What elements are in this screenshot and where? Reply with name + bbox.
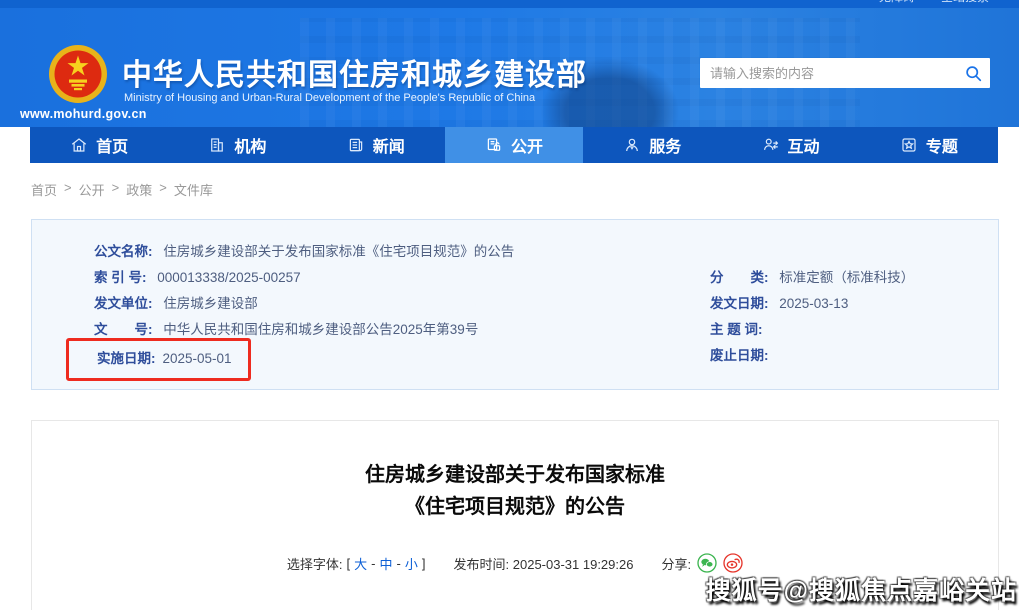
meta-row-implementation-date: 实施日期: 2025-05-01 废止日期: <box>32 348 998 369</box>
font-separator: - <box>397 556 401 571</box>
meta-label: 主 题 词: <box>710 322 763 337</box>
font-size-small-link[interactable]: 小 <box>405 554 418 573</box>
watermark: 搜狐号@搜狐焦点嘉峪关站 <box>706 571 1017 607</box>
nav-item-news[interactable]: 新闻 <box>307 127 445 163</box>
font-size-large-link[interactable]: 大 <box>354 554 367 573</box>
meta-row-doc-number: 文 号: 中华人民共和国住房和城乡建设部公告2025年第39号 主 题 词: <box>32 322 998 337</box>
top-link-accessibility[interactable]: 无障碍 <box>879 0 915 5</box>
publish-time-label: 发布时间: <box>454 557 510 572</box>
interaction-icon <box>762 136 780 154</box>
breadcrumb: 首页 > 公开 > 政策 > 文件库 <box>31 180 1019 199</box>
doc-meta-panel: 公文名称: 住房城乡建设部关于发布国家标准《住宅项目规范》的公告 索 引 号: … <box>31 219 999 390</box>
meta-label: 索 引 号: <box>94 270 147 285</box>
site-header: www.mohurd.gov.cn 中华人民共和国住房和城乡建设部 Minist… <box>0 8 1019 127</box>
nav-item-topics[interactable]: 专题 <box>860 127 998 163</box>
meta-value-implementation-date: 2025-05-01 <box>163 351 232 366</box>
meta-label: 公文名称: <box>94 244 153 259</box>
meta-row-doc-name: 公文名称: 住房城乡建设部关于发布国家标准《住宅项目规范》的公告 <box>32 244 998 259</box>
service-icon <box>623 136 641 154</box>
meta-value-doc-number: 中华人民共和国住房和城乡建设部公告2025年第39号 <box>163 322 478 337</box>
share-label: 分享: <box>661 554 691 573</box>
search-input[interactable] <box>700 66 956 81</box>
site-title: 中华人民共和国住房和城乡建设部 <box>122 50 587 94</box>
meta-value-category: 标准定额（标准科技） <box>779 270 914 285</box>
font-size-medium-link[interactable]: 中 <box>380 554 393 573</box>
nav-item-organization[interactable]: 机构 <box>168 127 306 163</box>
meta-value-index-number: 000013338/2025-00257 <box>157 270 300 285</box>
bracket-open: [ <box>347 556 351 571</box>
nav-item-disclosure[interactable]: 公开 <box>445 127 583 163</box>
meta-value-doc-name: 住房城乡建设部关于发布国家标准《住宅项目规范》的公告 <box>163 244 514 259</box>
meta-value-issuing-unit: 住房城乡建设部 <box>163 296 258 311</box>
breadcrumb-separator: > <box>112 180 120 199</box>
nav-label: 公开 <box>511 133 543 157</box>
article-title-line1: 住房城乡建设部关于发布国家标准 <box>32 459 998 491</box>
font-size-selector: 选择字体: [ 大 - 中 - 小 ] <box>287 554 426 573</box>
news-icon <box>347 136 365 154</box>
nav-label: 新闻 <box>373 133 405 157</box>
font-selector-label: 选择字体: <box>287 554 343 573</box>
breadcrumb-link-library[interactable]: 文件库 <box>174 180 213 199</box>
nav-item-home[interactable]: 首页 <box>30 127 168 163</box>
top-link-site-search[interactable]: 全站搜索 <box>941 0 989 5</box>
breadcrumb-link-policy[interactable]: 政策 <box>126 180 152 199</box>
nav-label: 专题 <box>926 133 958 157</box>
nav-label: 首页 <box>96 133 128 157</box>
share-buttons: 分享: <box>661 553 743 573</box>
meta-label: 文 号: <box>94 322 153 337</box>
meta-row-index: 索 引 号: 000013338/2025-00257 分 类: 标准定额（标准… <box>32 270 998 285</box>
nav-label: 机构 <box>234 133 266 157</box>
meta-value-issue-date: 2025-03-13 <box>779 296 848 311</box>
publish-time-value: 2025-03-31 19:29:26 <box>513 557 634 572</box>
meta-label: 废止日期: <box>710 348 769 363</box>
highlight-box-annotation: 实施日期: 2025-05-01 <box>66 338 251 381</box>
bracket-close: ] <box>422 556 426 571</box>
breadcrumb-link-home[interactable]: 首页 <box>31 180 57 199</box>
article-title: 住房城乡建设部关于发布国家标准 《住宅项目规范》的公告 <box>32 459 998 523</box>
search-icon <box>965 65 982 82</box>
home-icon <box>70 136 88 154</box>
nav-item-interaction[interactable]: 互动 <box>721 127 859 163</box>
organization-icon <box>208 136 226 154</box>
search-button[interactable] <box>956 58 990 88</box>
national-emblem-logo <box>48 44 108 104</box>
nav-label: 互动 <box>788 133 820 157</box>
top-utility-bar: 无障碍 全站搜索 <box>0 0 1019 8</box>
article-title-line2: 《住宅项目规范》的公告 <box>32 491 998 523</box>
site-url: www.mohurd.gov.cn <box>20 107 147 121</box>
nav-label: 服务 <box>649 133 681 157</box>
main-navigation: 首页 机构 新闻 公开 服务 互动 <box>30 127 998 163</box>
breadcrumb-separator: > <box>64 180 72 199</box>
font-separator: - <box>371 556 375 571</box>
site-subtitle: Ministry of Housing and Urban-Rural Deve… <box>124 92 535 104</box>
wechat-share-button[interactable] <box>697 553 717 573</box>
meta-label: 分 类: <box>710 270 769 285</box>
article-meta-row: 选择字体: [ 大 - 中 - 小 ] 发布时间: 2025-03-31 19:… <box>32 553 998 573</box>
breadcrumb-separator: > <box>159 180 167 199</box>
disclosure-icon <box>485 136 503 154</box>
publish-time: 发布时间: 2025-03-31 19:29:26 <box>454 554 634 573</box>
meta-label: 发文日期: <box>710 296 769 311</box>
nav-item-service[interactable]: 服务 <box>583 127 721 163</box>
meta-label: 发文单位: <box>94 296 153 311</box>
topics-icon <box>900 136 918 154</box>
search-box <box>700 58 990 88</box>
meta-label: 实施日期: <box>97 351 156 366</box>
weibo-share-button[interactable] <box>723 553 743 573</box>
breadcrumb-link-disclosure[interactable]: 公开 <box>79 180 105 199</box>
meta-row-issuer: 发文单位: 住房城乡建设部 发文日期: 2025-03-13 <box>32 296 998 311</box>
